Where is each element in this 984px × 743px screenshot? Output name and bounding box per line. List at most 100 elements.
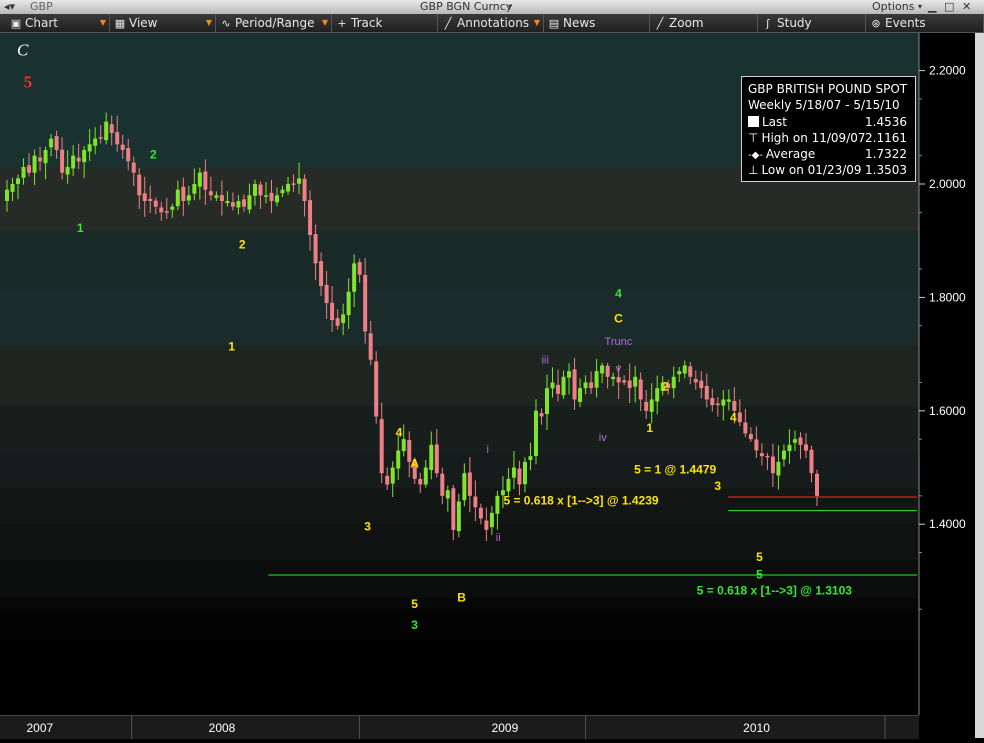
candle-body: [21, 166, 26, 178]
candle-body: [550, 382, 555, 389]
candle-body: [263, 195, 268, 197]
menu-news[interactable]: ▤ News: [544, 14, 650, 32]
candle-body: [506, 478, 511, 492]
chevron-down-icon: ▼: [533, 18, 540, 27]
ticker-label: GBP: [30, 0, 53, 13]
right-scrollbar[interactable]: [975, 33, 984, 738]
chevron-down-icon: ▼: [205, 18, 212, 27]
candle-body: [49, 138, 54, 148]
candle-body: [434, 444, 439, 474]
candle-body: [522, 461, 527, 485]
candle-body: [324, 284, 329, 304]
window-controls-icon[interactable]: ◂▾: [4, 0, 15, 14]
candle-body: [715, 403, 720, 406]
candle-body: [671, 376, 676, 389]
minimize-icon[interactable]: ▁: [928, 0, 936, 14]
candle-body: [770, 456, 775, 474]
candle-body: [759, 453, 764, 457]
wave-label: 5: [411, 597, 418, 611]
candle-body: [511, 467, 516, 478]
chevron-down-icon: ▼: [321, 18, 328, 27]
candle-body: [82, 149, 87, 163]
candle-body: [93, 138, 98, 146]
candle-body: [798, 437, 803, 445]
candle-body: [164, 211, 169, 213]
candle-body: [528, 456, 533, 460]
wave-label: 5: [24, 73, 33, 92]
candle-body: [115, 132, 120, 145]
candle-body: [335, 318, 340, 326]
maximize-icon[interactable]: □: [944, 0, 954, 14]
candle-body: [109, 124, 114, 133]
candle-body: [776, 461, 781, 476]
candle-body: [126, 148, 131, 162]
menu-period-range[interactable]: ∿ Period/Range ▼: [216, 14, 332, 32]
menu-bar: ▣ Chart ▼ ▦ View ▼ ∿ Period/Range ▼ + Track ╱ An…: [0, 14, 984, 33]
study-icon: ʃ: [766, 17, 770, 30]
candle-body: [792, 439, 797, 443]
candle-body: [330, 302, 335, 321]
candle-body: [10, 184, 15, 192]
candle-body: [236, 201, 241, 208]
security-label[interactable]: GBP BGN Curncy: [420, 0, 512, 14]
menu-annotations[interactable]: ╱ Annotations ▼: [438, 14, 544, 32]
candle-body: [192, 184, 197, 194]
wave-label: 3: [364, 519, 371, 533]
menu-zoom[interactable]: ╱ Zoom: [650, 14, 758, 32]
candle-body: [27, 165, 32, 173]
candle-body: [390, 467, 395, 484]
wave-label: A: [410, 457, 419, 471]
candle-body: [462, 473, 467, 501]
wave-label: C: [614, 311, 623, 325]
candle-body: [473, 496, 478, 508]
y-tick-label: 2.0000: [929, 177, 966, 191]
candle-body: [616, 377, 621, 383]
candle-body: [241, 199, 246, 207]
candle-body: [440, 473, 445, 496]
candle-body: [594, 371, 599, 388]
candle-body: [208, 191, 213, 196]
wave-label: 2: [150, 147, 157, 161]
menu-view[interactable]: ▦ View ▼: [110, 14, 216, 32]
candle-body: [252, 184, 257, 196]
candle-body: [699, 380, 704, 389]
candle-body: [186, 195, 191, 201]
candle-body: [638, 379, 643, 400]
candle-body: [374, 361, 379, 417]
options-dropdown-icon[interactable]: ▾: [918, 0, 922, 14]
candle-body: [43, 149, 48, 164]
average-marker-icon: -◆-: [748, 150, 763, 161]
candle-body: [765, 455, 770, 458]
wave-label: 3: [714, 479, 721, 493]
security-dropdown-icon[interactable]: ▾: [508, 0, 512, 14]
candle-body: [781, 450, 786, 460]
menu-track[interactable]: + Track: [332, 14, 438, 32]
candle-body: [71, 155, 76, 169]
candle-body: [622, 380, 627, 383]
options-menu[interactable]: Options: [872, 0, 914, 14]
candle-body: [600, 365, 605, 374]
close-icon[interactable]: ✕: [962, 0, 971, 14]
candle-body: [627, 380, 632, 389]
candle-body: [131, 162, 136, 173]
candle-body: [269, 192, 274, 202]
candle-body: [737, 412, 742, 423]
menu-chart[interactable]: ▣ Chart ▼: [6, 14, 110, 32]
candle-body: [32, 155, 37, 173]
wave-label: 2: [239, 238, 246, 252]
menu-study[interactable]: ʃ Study: [758, 14, 866, 32]
wave-label: 1: [646, 421, 653, 435]
news-icon: ▤: [548, 17, 560, 30]
candle-body: [98, 137, 103, 139]
candle-body: [589, 382, 594, 389]
menu-events[interactable]: ⊛ Events: [866, 14, 984, 32]
candle-body: [704, 385, 709, 400]
candle-body: [247, 195, 252, 210]
y-tick-label: 2.2000: [929, 64, 966, 78]
candle-body: [142, 193, 147, 202]
candle-body: [787, 444, 792, 452]
wave-label: 5 = 0.618 x [1-->3] @ 1.4239: [503, 493, 658, 507]
candle-body: [368, 333, 373, 360]
candle-body: [258, 184, 263, 196]
wave-label: B: [457, 590, 466, 604]
